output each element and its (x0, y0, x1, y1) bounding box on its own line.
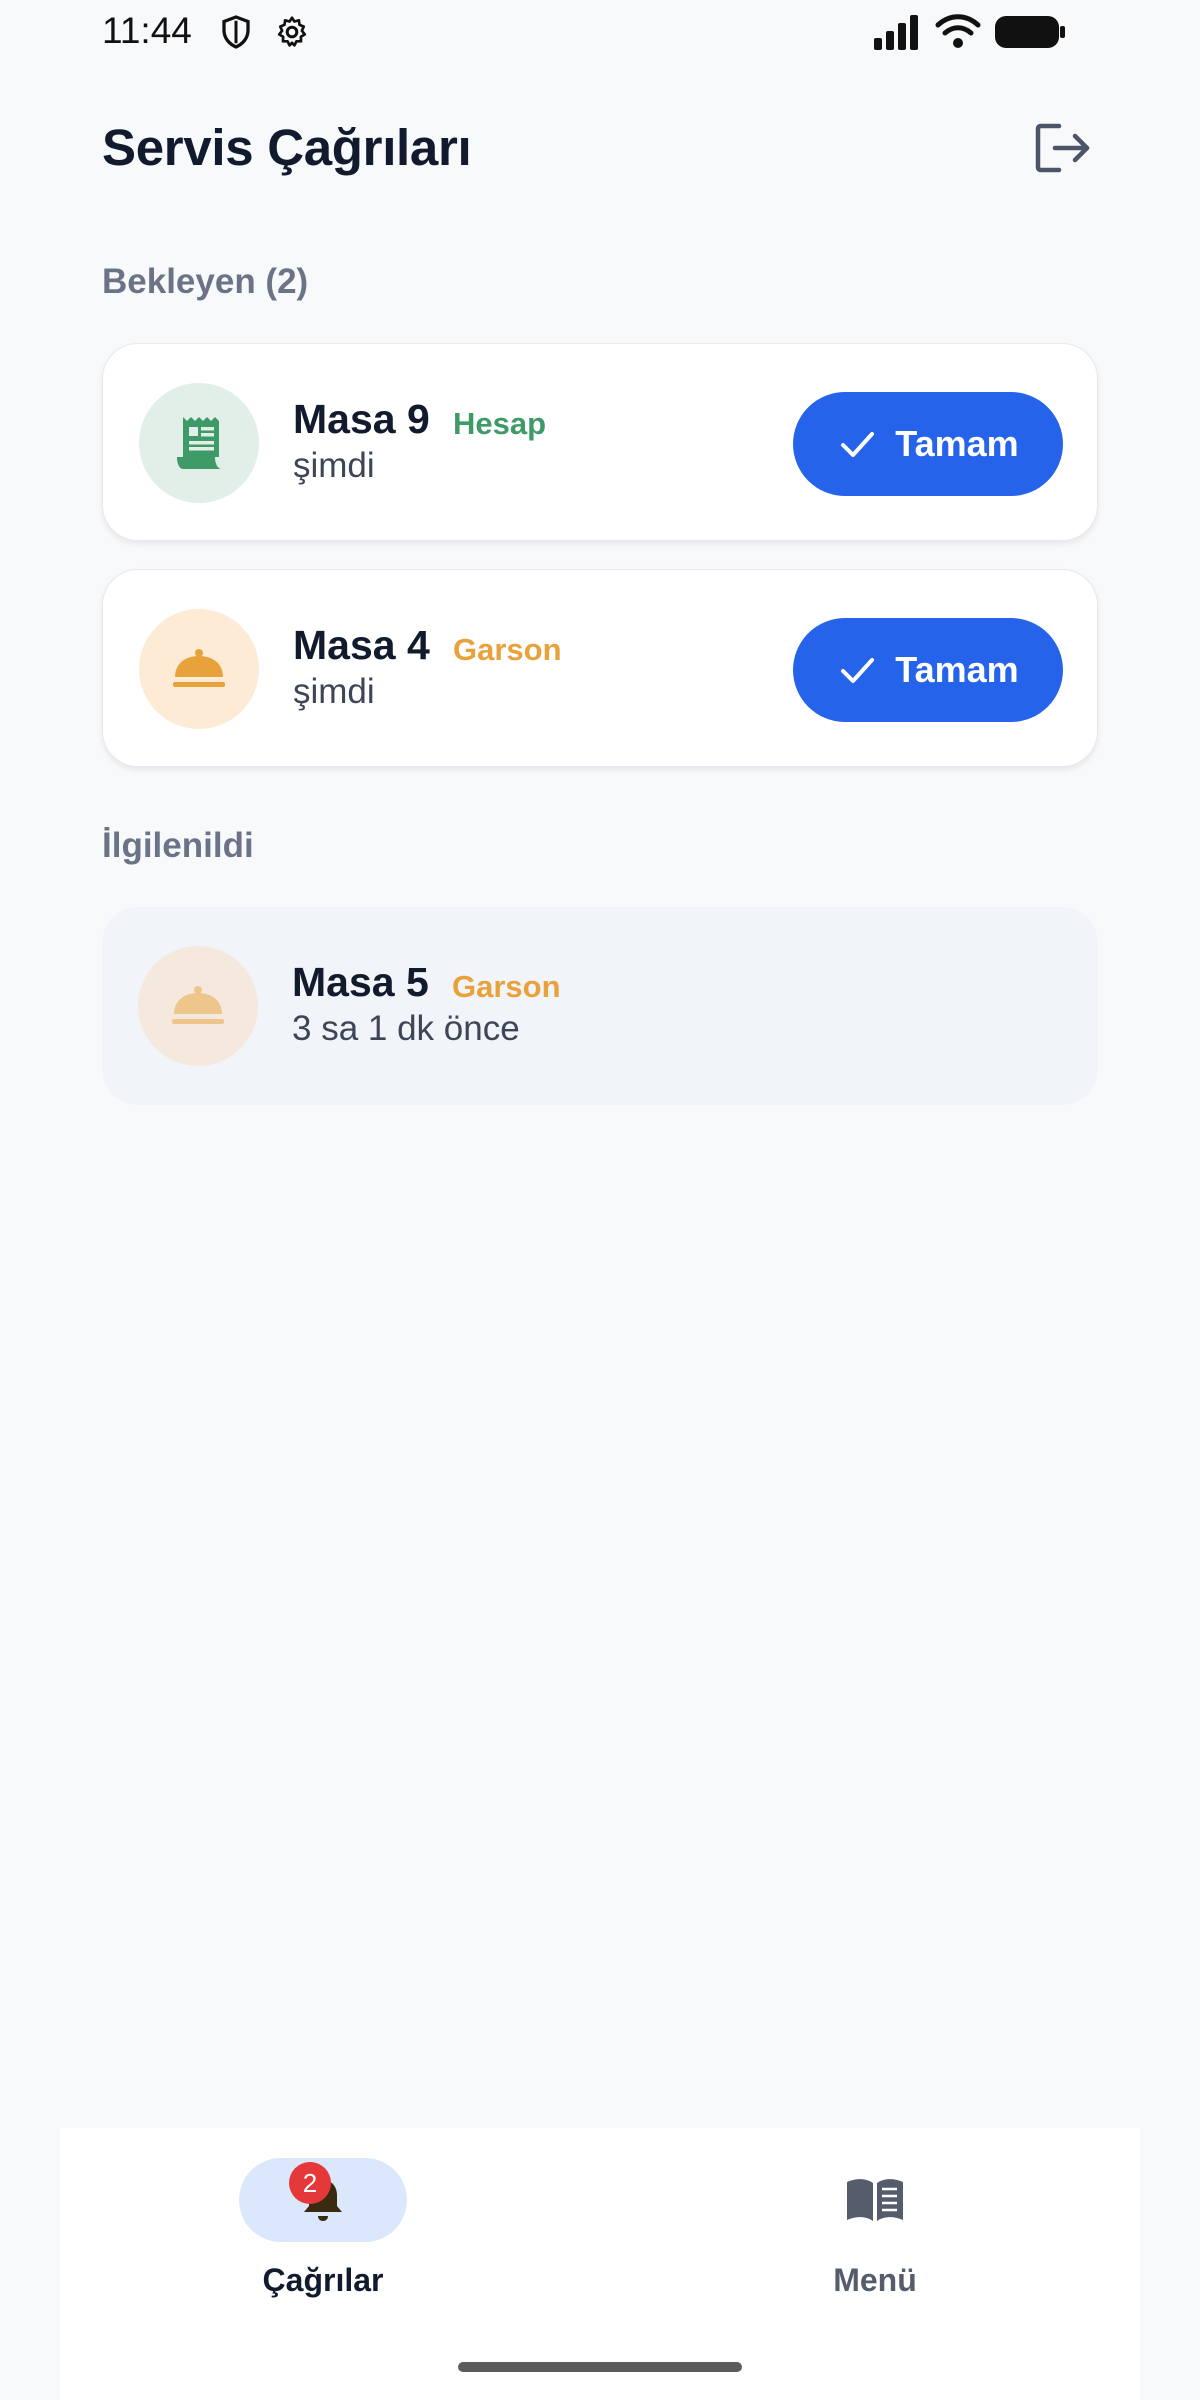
call-type-avatar (139, 609, 259, 729)
call-card-pending: Masa 4 Garson şimdi Tamam (102, 569, 1098, 767)
nav-item-calls[interactable]: 2 Çağrılar (193, 2158, 453, 2318)
notification-badge: 2 (289, 2162, 331, 2204)
check-icon (841, 432, 875, 457)
done-button-label: Tamam (895, 649, 1019, 690)
table-name: Masa 5 (292, 959, 429, 1005)
bottom-navigation: 2 Çağrılar Menü (60, 2128, 1140, 2400)
table-name: Masa 9 (293, 396, 430, 442)
call-type-avatar (138, 946, 258, 1066)
page-title: Servis Çağrıları (102, 119, 472, 176)
call-card-pending: Masa 9 Hesap şimdi Tamam (102, 343, 1098, 541)
status-time: 11:44 (102, 10, 192, 51)
battery-icon (994, 12, 1066, 52)
book-icon (847, 2179, 903, 2221)
call-type-label: Garson (452, 969, 561, 1004)
call-type-avatar (139, 383, 259, 503)
home-indicator (458, 2362, 742, 2372)
nav-label-menu: Menü (833, 2262, 917, 2298)
shield-icon (218, 14, 254, 50)
status-bar: 11:44 (0, 0, 1200, 62)
done-button[interactable]: Tamam (793, 618, 1063, 722)
call-card-handled: Masa 5 Garson 3 sa 1 dk önce (102, 907, 1098, 1105)
nav-label-calls: Çağrılar (262, 2262, 384, 2298)
logout-button[interactable] (1030, 118, 1096, 178)
signal-icon (872, 12, 922, 52)
call-type-label: Garson (453, 632, 562, 667)
call-type-label: Hesap (453, 406, 547, 441)
nav-inactive-indicator (791, 2158, 959, 2242)
receipt-icon (177, 417, 221, 469)
done-button[interactable]: Tamam (793, 392, 1063, 496)
pending-section-title: Bekleyen (2) (102, 262, 309, 301)
call-time: şimdi (293, 446, 375, 485)
table-name: Masa 4 (293, 622, 430, 668)
wifi-icon (934, 12, 982, 52)
call-time: şimdi (293, 672, 375, 711)
check-icon (841, 658, 875, 683)
logout-icon (1035, 123, 1090, 173)
service-bell-icon (173, 649, 225, 687)
service-bell-icon (172, 986, 224, 1024)
call-time: 3 sa 1 dk önce (292, 1009, 520, 1048)
app-screen: 11:44 Servis Çağrıları Bekleyen (2) Masa… (0, 0, 1200, 2400)
gear-icon (274, 14, 310, 50)
done-button-label: Tamam (895, 423, 1019, 464)
nav-item-menu[interactable]: Menü (745, 2158, 1005, 2318)
handled-section-title: İlgilenildi (102, 826, 254, 865)
